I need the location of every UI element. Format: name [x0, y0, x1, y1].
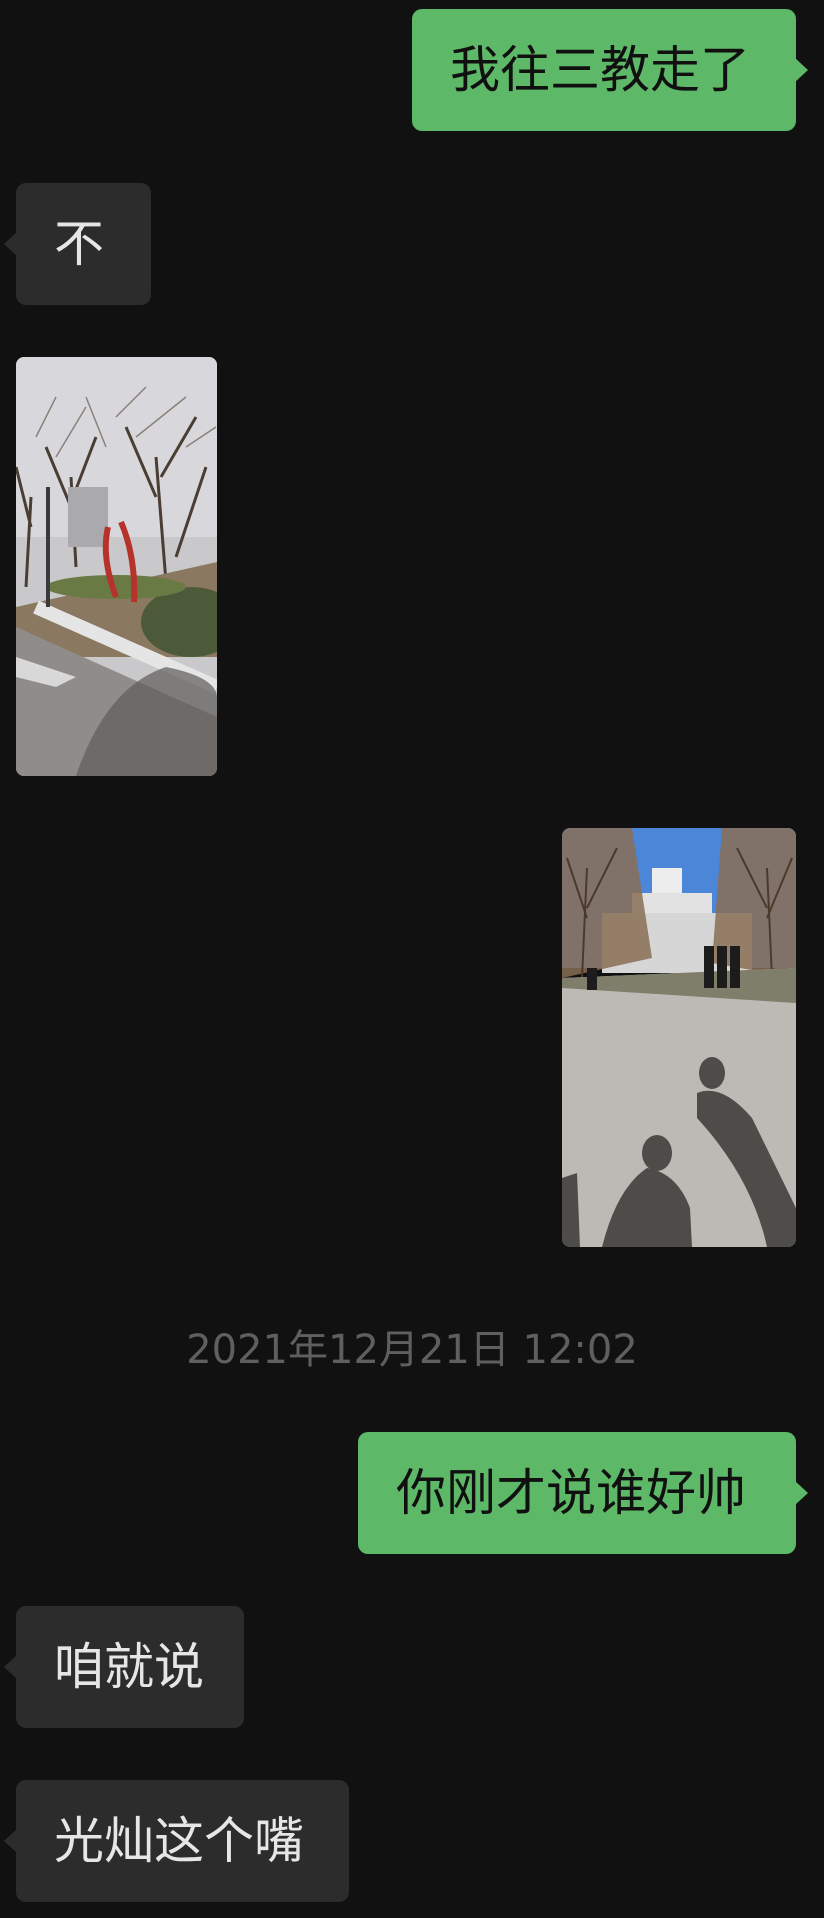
photo-message-sent[interactable] [562, 828, 796, 1247]
photo-message-received[interactable] [16, 357, 217, 776]
message-text: 咱就说 [54, 1638, 204, 1696]
message-text: 我往三教走了 [450, 41, 750, 99]
message-bubble-received[interactable]: 不 [4, 183, 151, 305]
message-bubble-received[interactable]: 光灿这个嘴 [4, 1780, 349, 1902]
message-bubble-sent[interactable]: 你刚才说谁好帅 [358, 1432, 808, 1554]
message-text: 光灿这个嘴 [54, 1812, 304, 1870]
message-text: 不 [54, 215, 104, 273]
message-bubble-sent[interactable]: 我往三教走了 [412, 9, 808, 131]
photo-campus-avenue-icon [562, 828, 796, 1247]
chat-message-list[interactable]: 我往三教走了 不 2021年12月21日 12:02 你刚才说谁好帅 咱就说 光… [0, 0, 824, 1918]
photo-campus-road-icon [16, 357, 217, 776]
message-timestamp: 2021年12月21日 12:02 [186, 1327, 638, 1373]
message-text: 你刚才说谁好帅 [396, 1464, 746, 1522]
message-bubble-received[interactable]: 咱就说 [4, 1606, 244, 1728]
